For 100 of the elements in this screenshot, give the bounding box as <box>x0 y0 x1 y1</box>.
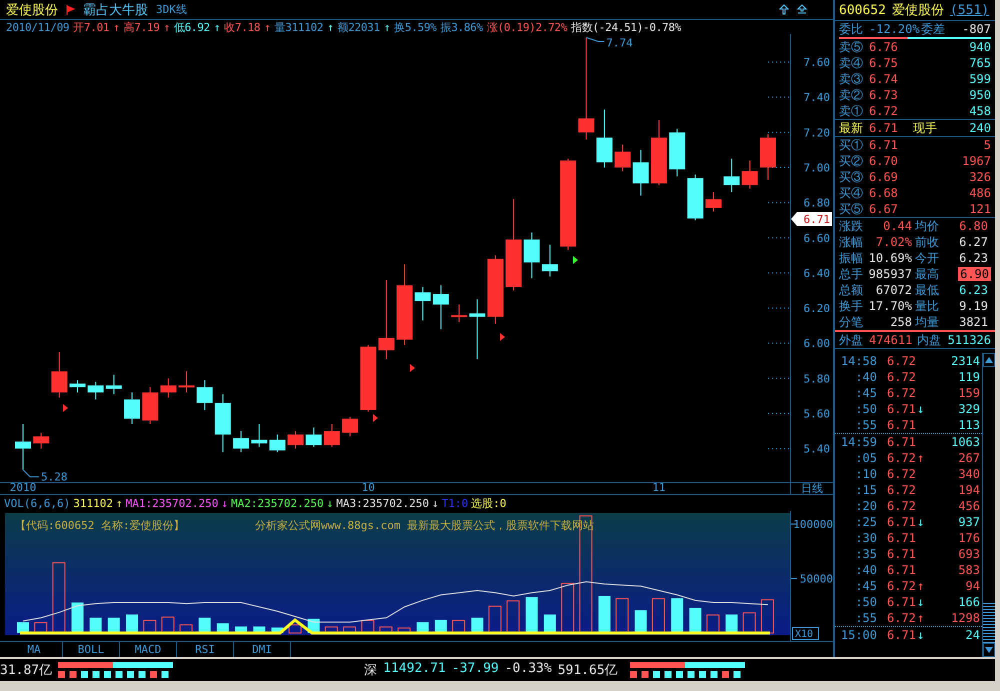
order-label: 卖② <box>839 86 864 104</box>
field-label: 总手 <box>839 266 864 282</box>
axis-label: 6.40 <box>804 266 830 280</box>
field-label: 委差 <box>921 20 946 38</box>
volume-bar <box>561 582 574 634</box>
current-price-tag: 6.71 <box>791 212 832 226</box>
tick-volume: 583 <box>957 563 981 577</box>
field-value: 0.44 <box>882 219 913 233</box>
order-volume: 5 <box>982 138 991 152</box>
tick-volume: 166 <box>957 595 981 609</box>
tick-price: 6.71 <box>887 547 917 561</box>
field-value: 10.69% <box>868 251 913 265</box>
candlestick <box>106 374 122 395</box>
candlestick <box>88 381 104 400</box>
tick-volume: 24 <box>964 628 981 642</box>
candlestick <box>650 120 667 186</box>
volume-bar <box>706 614 720 634</box>
tick-price: 6.72 <box>887 467 917 481</box>
caret-down-icon <box>985 647 993 653</box>
tick-price: 6.71 <box>887 418 917 432</box>
quote-item: 低6.92 <box>174 20 210 34</box>
candlestick <box>414 286 431 321</box>
volume-bar <box>72 602 84 633</box>
volume-bar <box>671 598 684 633</box>
tick-volume: 693 <box>957 547 981 561</box>
field-label: 最高 <box>915 266 940 282</box>
candlestick <box>160 378 176 398</box>
flag-icon <box>66 4 75 14</box>
candlestick <box>233 430 250 453</box>
scroll-up-button[interactable] <box>983 353 995 367</box>
tick-volume: 329 <box>957 402 981 416</box>
signal-marker-icon <box>63 404 68 412</box>
tick-time: :55 <box>854 418 877 432</box>
axis-label: 5.40 <box>804 442 830 456</box>
order-label: 买① <box>839 136 864 154</box>
tick-time: 14:59 <box>840 435 877 449</box>
candlestick <box>705 192 722 212</box>
volume-bar <box>506 600 520 634</box>
tick-arrow: ↓ <box>917 595 926 609</box>
tick-price: 6.72 <box>887 579 917 593</box>
quote-item: 涨(0.19)2.72% <box>486 20 568 34</box>
tick-time: :45 <box>854 579 877 593</box>
market-amount: 31.87亿 <box>0 662 52 679</box>
quote-item: 高7.19 <box>124 20 160 34</box>
order-price: 6.68 <box>869 186 899 200</box>
last-price: 6.71 <box>869 121 899 135</box>
volume-bar <box>652 598 665 634</box>
candlestick <box>724 158 740 193</box>
volume-bar <box>398 628 411 634</box>
quote-item: 开7.01 <box>73 20 110 34</box>
field-label: 量比 <box>915 298 940 314</box>
candlestick <box>196 380 213 410</box>
caret-up-icon <box>985 357 993 363</box>
volume-bar <box>17 622 29 633</box>
tick-price: 6.71 <box>887 595 917 609</box>
tick-arrow: ↑ <box>917 451 926 465</box>
formula-name: 霸占大牛股 <box>83 2 148 18</box>
collapse-icon[interactable] <box>797 4 807 15</box>
up-arrow-icon[interactable] <box>779 4 789 15</box>
quote-item: ↑ <box>384 20 390 34</box>
tick-price: 6.72 <box>887 611 917 625</box>
axis-label: 6.80 <box>804 196 830 210</box>
scroll-down-button[interactable] <box>983 643 995 657</box>
volume-bar <box>324 626 338 634</box>
tick-price: 6.71 <box>887 531 917 545</box>
field-value: 6.27 <box>958 235 989 249</box>
tick-time: :30 <box>854 531 877 545</box>
order-label: 买⑤ <box>839 200 864 218</box>
tick-volume: 1063 <box>950 435 981 449</box>
order-label: 卖① <box>839 102 864 120</box>
field-label: 委比 <box>839 20 864 38</box>
count-link[interactable]: (551) <box>950 2 990 18</box>
order-price: 6.73 <box>869 88 899 102</box>
indicator-value: MA2:235702.250 <box>230 496 324 510</box>
tick-price: 6.72 <box>887 451 917 465</box>
candlestick <box>760 134 776 180</box>
order-volume: 599 <box>968 72 991 86</box>
order-volume: 121 <box>968 202 991 216</box>
tick-time: :50 <box>854 595 877 609</box>
tick-volume: 176 <box>957 531 981 545</box>
tick-volume: 159 <box>957 386 981 400</box>
index-value: 11492.71 <box>383 661 446 678</box>
axis-label: 6.00 <box>804 337 830 350</box>
field-value: 985937 <box>868 267 913 281</box>
axis-label: 10 <box>362 482 375 494</box>
indicator-value: ↓ <box>432 496 439 510</box>
order-label: 买④ <box>839 184 864 202</box>
field-value: 6.23 <box>958 283 989 297</box>
volume-bar <box>742 612 756 634</box>
order-price: 6.72 <box>869 104 899 118</box>
volume-bar <box>488 606 502 634</box>
tick-price: 6.72 <box>887 386 917 400</box>
volume-bar <box>379 626 392 634</box>
quote-item: 振3.86% <box>440 20 483 34</box>
tick-time: :20 <box>854 499 877 513</box>
scrollbar-thumb[interactable] <box>983 603 995 643</box>
tick-time: :15 <box>854 483 877 497</box>
candlestick <box>269 434 286 453</box>
order-volume: 326 <box>968 170 991 184</box>
order-label: 买③ <box>839 168 864 186</box>
